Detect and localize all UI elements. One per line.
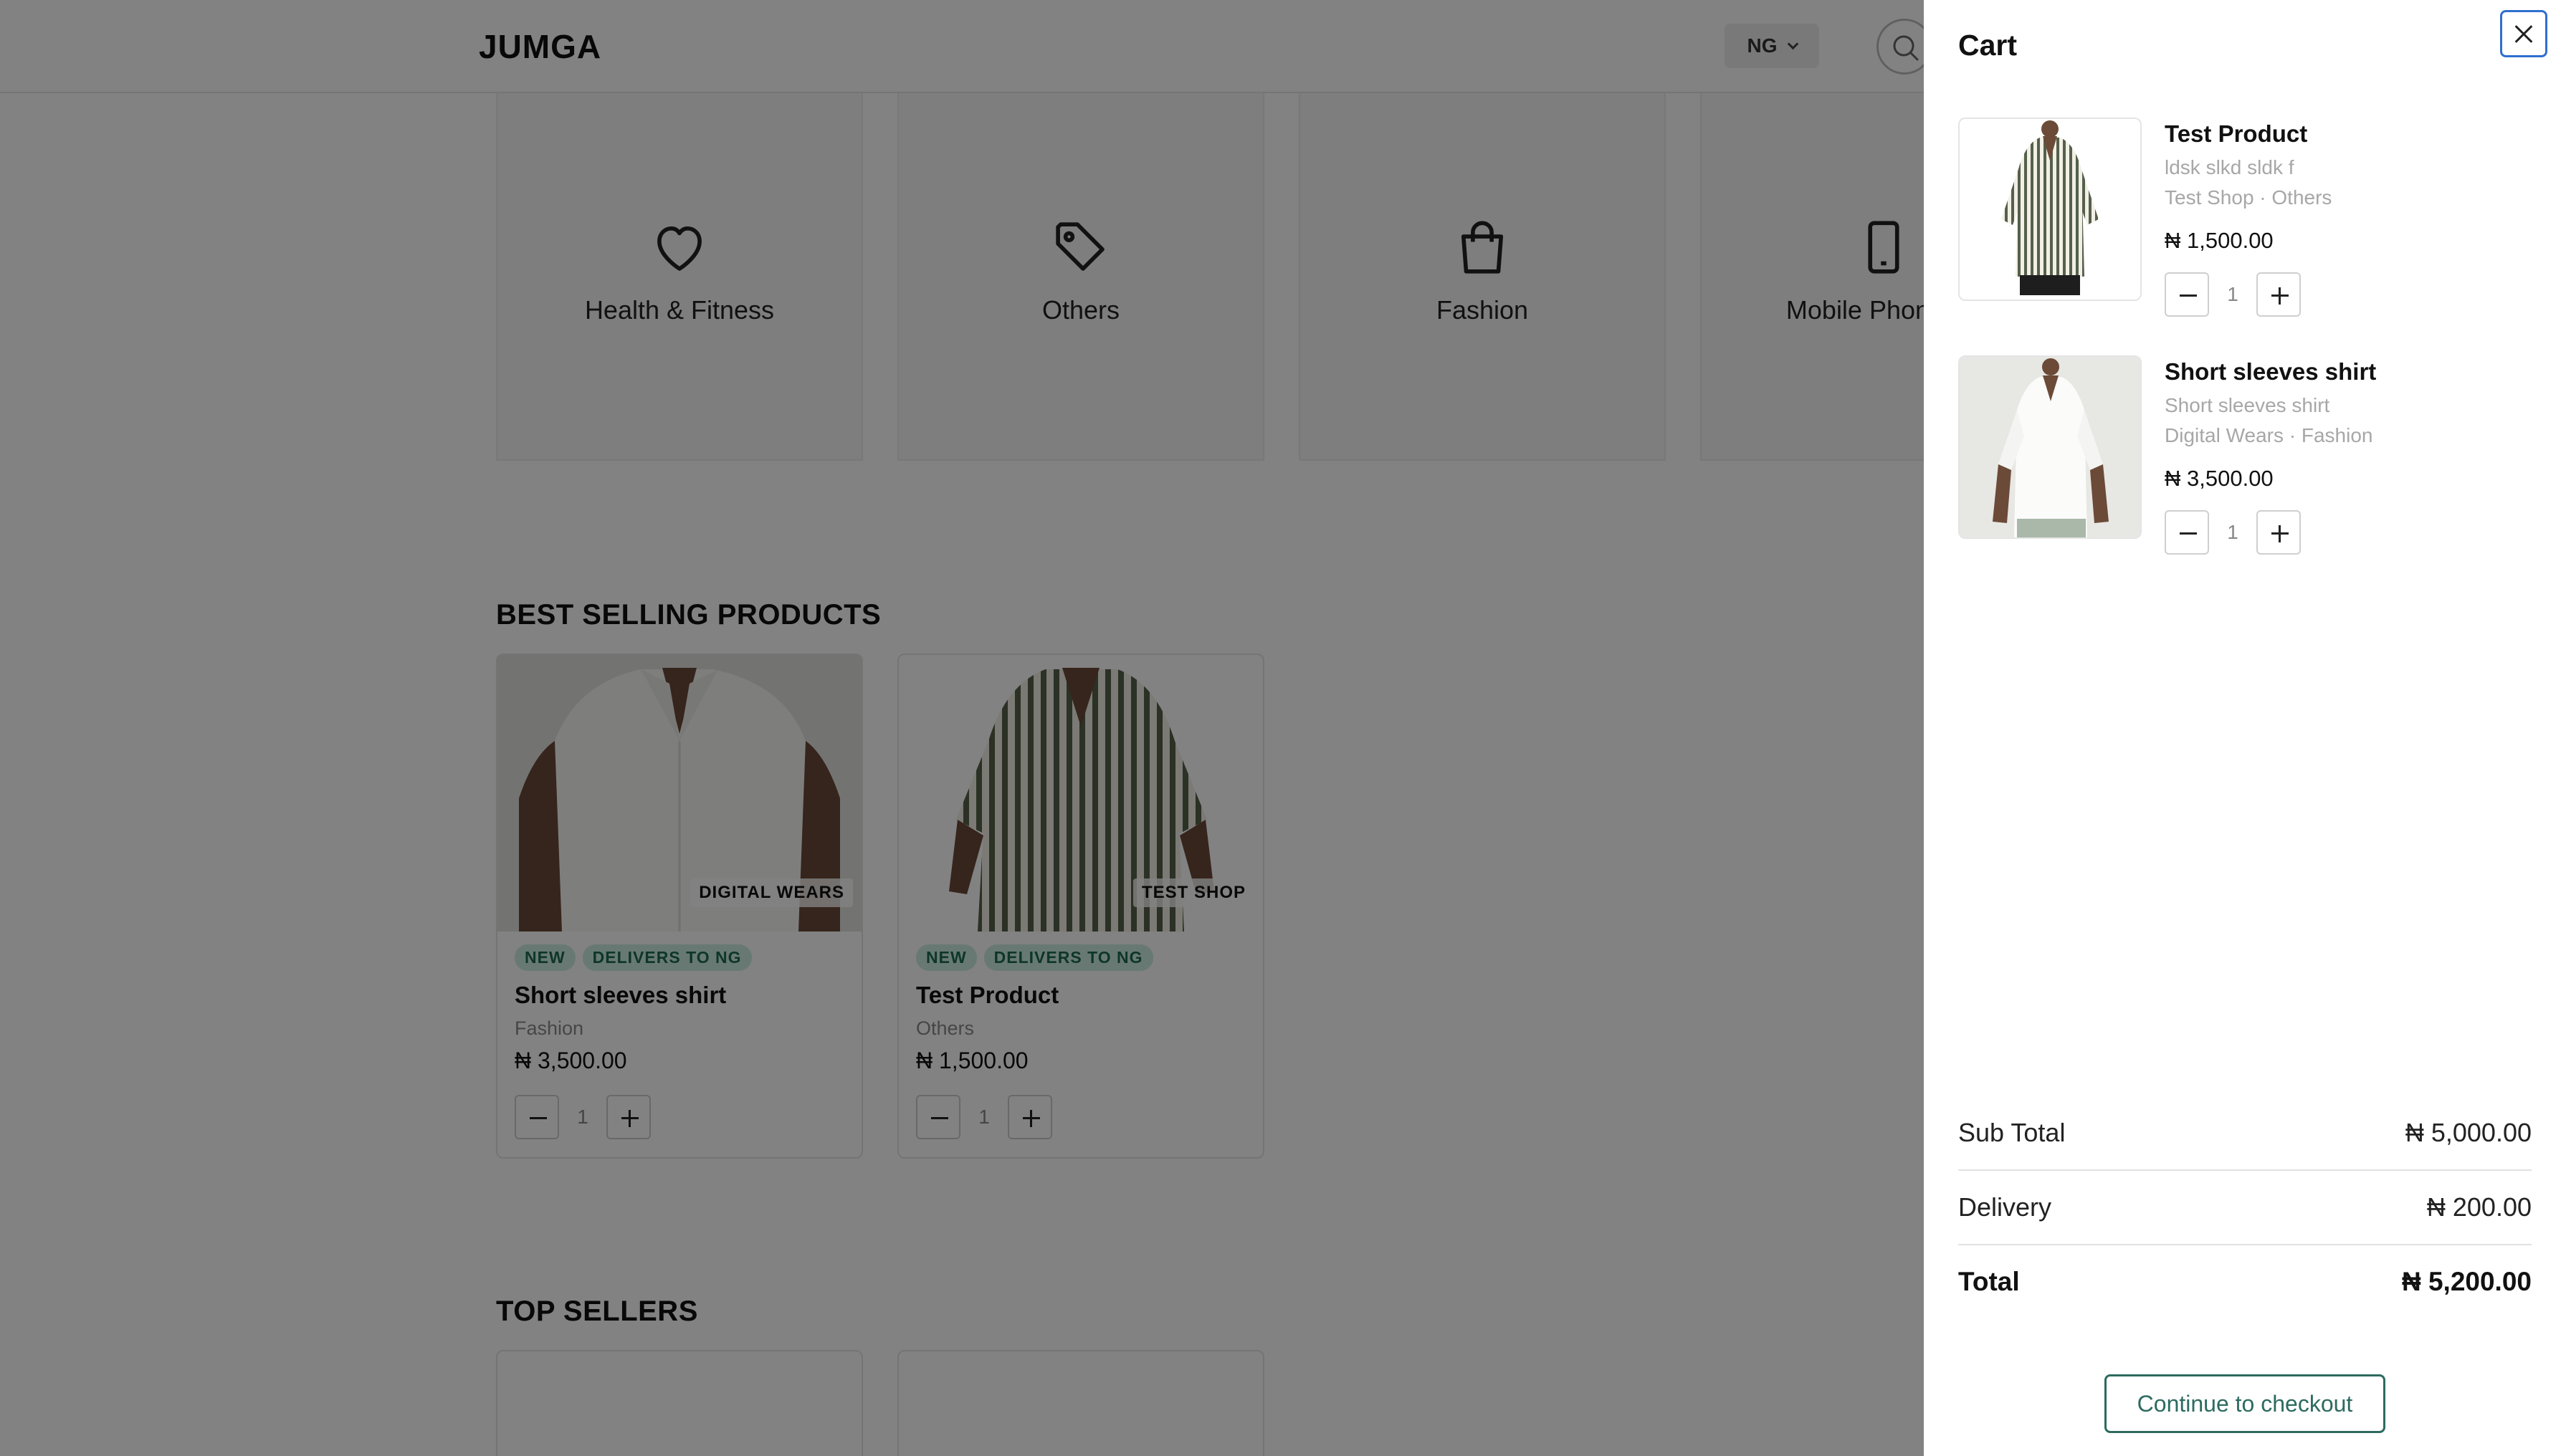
white-shirt-thumbnail — [1960, 357, 2140, 537]
minus-icon — [2180, 294, 2197, 297]
quantity-value: 1 — [2227, 521, 2238, 543]
plus-icon-stem — [2279, 525, 2281, 542]
cart-item-image — [1958, 355, 2142, 539]
quantity-stepper: 1 — [2165, 510, 2301, 555]
quantity-value: 1 — [2227, 283, 2238, 305]
cart-item-price: ₦ 3,500.00 — [2165, 466, 2274, 491]
cart-item-shop-category: Test Shop · Others — [2165, 186, 2332, 209]
striped-shirt-thumbnail — [1960, 119, 2140, 300]
subtotal-value: ₦ 5,000.00 — [2405, 1118, 2532, 1147]
quantity-stepper: 1 — [2165, 272, 2301, 317]
cart-item-description: ldsk slkd sldk f — [2165, 156, 2294, 178]
subtotal-row: Sub Total ₦ 5,000.00 — [1958, 1118, 2532, 1148]
total-value: ₦ 5,200.00 — [2401, 1267, 2532, 1296]
cart-item-name: Test Product — [2165, 120, 2308, 147]
decrease-quantity-button[interactable] — [2165, 510, 2209, 555]
increase-quantity-button[interactable] — [2256, 272, 2301, 317]
cart-item-name: Short sleeves shirt — [2165, 358, 2377, 385]
delivery-value: ₦ 200.00 — [2426, 1192, 2532, 1222]
delivery-row: Delivery ₦ 200.00 — [1958, 1192, 2532, 1222]
summary-divider — [1958, 1244, 2532, 1245]
minus-icon — [2180, 532, 2197, 535]
cart-item-price: ₦ 1,500.00 — [2165, 228, 2274, 253]
cart-item-image — [1958, 118, 2142, 301]
plus-icon-stem — [2279, 287, 2281, 305]
increase-quantity-button[interactable] — [2256, 510, 2301, 555]
modal-backdrop[interactable] — [0, 0, 1924, 1456]
cart-item: Test Product ldsk slkd sldk f Test Shop … — [1958, 118, 2532, 317]
total-label: Total — [1958, 1267, 2020, 1296]
total-row: Total ₦ 5,200.00 — [1958, 1267, 2532, 1297]
cart-item-shop-category: Digital Wears · Fashion — [2165, 424, 2373, 446]
continue-to-checkout-button[interactable]: Continue to checkout — [2104, 1374, 2385, 1433]
cart-item: Short sleeves shirt Short sleeves shirt … — [1958, 355, 2532, 555]
subtotal-label: Sub Total — [1958, 1118, 2066, 1147]
cart-drawer: Cart Test Product ldsk slkd sldk f Test … — [1924, 0, 2566, 1456]
delivery-label: Delivery — [1958, 1192, 2052, 1222]
cart-title: Cart — [1958, 29, 2018, 62]
decrease-quantity-button[interactable] — [2165, 272, 2209, 317]
close-cart-button[interactable] — [2500, 10, 2547, 57]
cart-item-description: Short sleeves shirt — [2165, 394, 2330, 416]
summary-divider — [1958, 1169, 2532, 1171]
